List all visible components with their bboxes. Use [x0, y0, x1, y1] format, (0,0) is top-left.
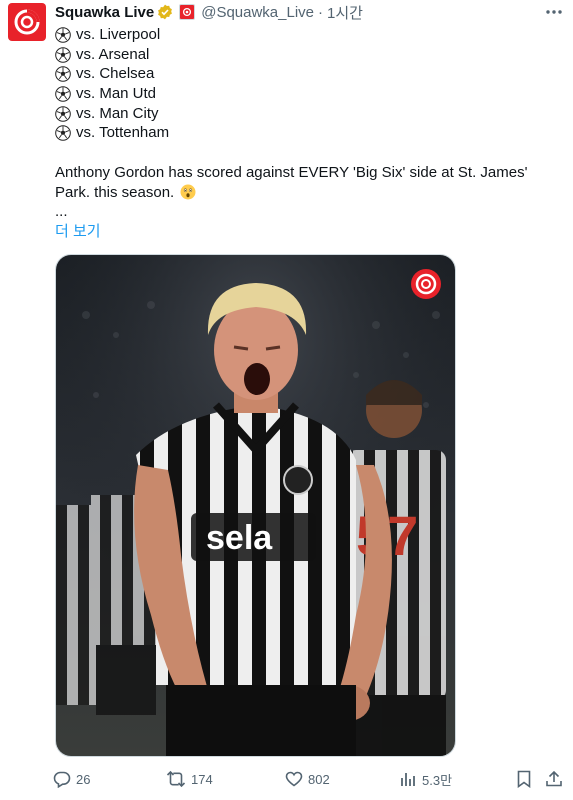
show-more-link[interactable]: 더 보기	[55, 222, 560, 242]
squawka-affiliate-badge-icon[interactable]	[179, 4, 196, 20]
like-button[interactable]: 802	[285, 765, 330, 793]
soccer-ball-icon	[55, 125, 71, 142]
soccer-ball-icon	[55, 86, 71, 102]
reply-icon	[53, 771, 71, 788]
bookmark-button[interactable]	[516, 765, 537, 793]
soccer-ball-icon	[55, 105, 71, 122]
tweet-line-text: vs. Man Utd	[76, 85, 157, 103]
soccer-ball-icon	[55, 66, 71, 83]
tweet-paragraph: Anthony Gordon has scored against EVERY …	[55, 163, 560, 202]
share-icon	[546, 770, 562, 787]
view-count: 5.3만	[422, 772, 453, 788]
like-count: 802	[308, 771, 330, 787]
author-name[interactable]: Squawka Live	[55, 4, 154, 21]
analytics-icon	[401, 773, 415, 786]
views-button[interactable]: 5.3만	[399, 765, 452, 793]
retweet-count: 174	[191, 771, 213, 787]
gold-verified-badge-icon[interactable]	[157, 4, 173, 20]
squawka-logo-icon	[411, 269, 441, 299]
retweet-icon	[166, 770, 186, 788]
share-button[interactable]	[545, 765, 568, 793]
reply-count: 26	[76, 771, 91, 787]
astonished-face-emoji	[180, 184, 196, 200]
tweet-line-text: vs. Liverpool	[76, 26, 161, 43]
tweet-line: vs. Man Utd	[55, 84, 560, 104]
author-avatar[interactable]	[8, 3, 46, 41]
tweet-paragraph-text: Anthony Gordon has scored against EVERY …	[55, 163, 528, 201]
bookmark-icon	[517, 770, 531, 788]
squawka-logo-icon	[14, 9, 40, 35]
sponsor-logo: sela	[206, 519, 273, 557]
soccer-ball-icon	[55, 46, 71, 63]
tweet-line-text: vs. Tottenham	[76, 124, 170, 142]
retweet-button[interactable]: 174	[166, 765, 213, 793]
soccer-ball-icon	[55, 27, 71, 43]
tweet-line: vs. Liverpool	[55, 25, 560, 45]
tweet-line-text: vs. Arsenal	[76, 45, 150, 63]
heart-icon	[285, 771, 303, 787]
more-options-icon[interactable]	[543, 3, 565, 21]
tweet-line: vs. Chelsea	[55, 64, 560, 84]
tweet-line: vs. Man City	[55, 104, 560, 124]
tweet-line-text: vs. Chelsea	[76, 65, 155, 83]
tweet-header: Squawka Live @Squawka_Live · 1시간	[55, 2, 363, 22]
tweet-line-text: vs. Man City	[76, 104, 159, 122]
tweet-actions: 26 174 802 5.3만	[0, 765, 573, 793]
separator-dot: ·	[318, 3, 324, 21]
tweet[interactable]: Squawka Live @Squawka_Live · 1시간 vs. Liv…	[0, 0, 573, 800]
tweet-ellipsis: ...	[55, 203, 68, 221]
tweet-line: vs. Arsenal	[55, 45, 560, 65]
post-time[interactable]: 1시간	[327, 2, 363, 23]
author-handle[interactable]: @Squawka_Live	[201, 4, 314, 21]
tweet-line: vs. Tottenham	[55, 123, 560, 143]
tweet-photo[interactable]: 57 sela	[55, 254, 456, 757]
reply-button[interactable]: 26	[53, 765, 90, 793]
tweet-text: vs. Liverpool vs. Arsenal vs. Chelsea vs…	[55, 25, 560, 242]
